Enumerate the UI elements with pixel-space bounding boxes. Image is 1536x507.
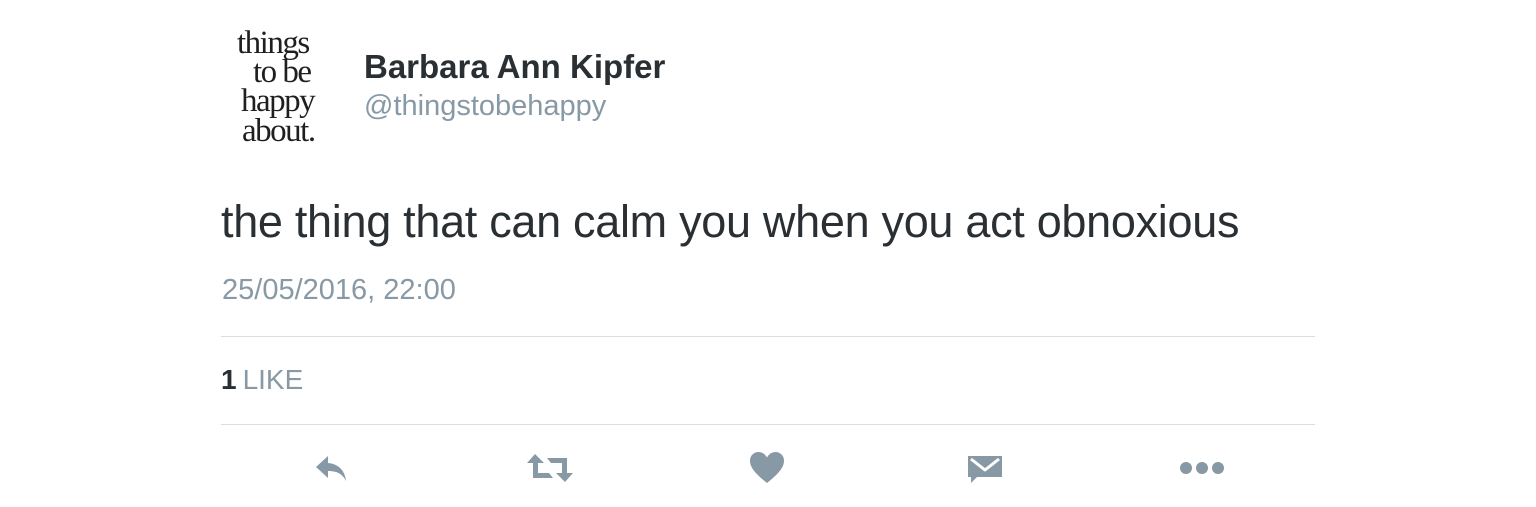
author-handle[interactable]: @thingstobehappy <box>364 90 606 123</box>
direct-message-button[interactable] <box>961 446 1009 490</box>
likes-count: 1 <box>221 364 237 395</box>
reply-icon <box>316 456 346 481</box>
tweet-text: the thing that can calm you when you act… <box>221 196 1240 247</box>
envelope-icon <box>968 456 1002 483</box>
likes-label: LIKE <box>242 364 304 395</box>
more-dots-icon <box>1180 462 1224 474</box>
retweet-button[interactable] <box>524 446 576 490</box>
avatar-logo-text-line-3: happy <box>241 83 316 119</box>
more-button[interactable] <box>1178 446 1226 490</box>
reply-button[interactable] <box>308 446 356 490</box>
divider-top <box>221 336 1315 337</box>
divider-bottom <box>221 424 1315 425</box>
like-button[interactable] <box>743 446 791 490</box>
heart-icon <box>750 452 784 483</box>
avatar-logo-text-line-4: about. <box>242 113 316 149</box>
retweet-icon <box>527 454 573 482</box>
author-display-name[interactable]: Barbara Ann Kipfer <box>364 48 665 86</box>
likes-stat[interactable]: 1 LIKE <box>221 364 303 396</box>
tweet-timestamp[interactable]: 25/05/2016, 22:00 <box>222 274 456 307</box>
avatar[interactable]: things to be happy about. <box>229 26 333 154</box>
